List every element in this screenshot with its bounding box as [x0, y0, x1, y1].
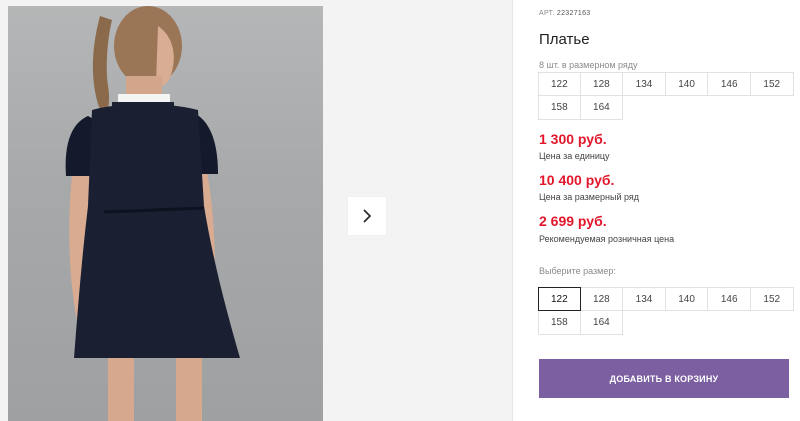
size-option-164[interactable]: 164 — [580, 311, 624, 335]
pack-size-cell: 140 — [665, 72, 709, 96]
size-option-134[interactable]: 134 — [623, 287, 666, 311]
pack-price-label: Цена за размерный ряд — [539, 192, 640, 202]
unit-price: 1 300 руб. — [539, 131, 607, 147]
gallery-next-button[interactable] — [348, 197, 386, 235]
pack-size-cell: 146 — [708, 72, 751, 96]
add-to-cart-button[interactable]: ДОБАВИТЬ В КОРЗИНУ — [539, 359, 789, 398]
product-gallery — [0, 0, 513, 421]
size-option-146[interactable]: 146 — [708, 287, 751, 311]
product-photo — [8, 6, 323, 421]
product-title: Платье — [539, 31, 590, 48]
pack-size-cell: 164 — [580, 96, 624, 120]
article-value: 22327163 — [556, 10, 591, 17]
pack-size-list: 122 128 134 140 146 152 158 164 — [538, 72, 794, 120]
pack-size-cell: 122 — [538, 72, 581, 96]
pack-size-cell: 158 — [538, 96, 581, 120]
retail-price-label: Рекомендуемая розничная цена — [539, 234, 675, 244]
size-option-122[interactable]: 122 — [538, 287, 581, 311]
size-option-140[interactable]: 140 — [665, 287, 709, 311]
pack-size-cell: 134 — [623, 72, 666, 96]
pack-price: 10 400 руб. — [539, 172, 615, 188]
size-option-152[interactable]: 152 — [750, 287, 794, 311]
size-picker: 122 128 134 140 146 152 158 164 — [538, 287, 794, 335]
article-prefix: АРТ. — [539, 10, 555, 17]
size-option-128[interactable]: 128 — [580, 287, 624, 311]
chevron-right-icon — [363, 209, 372, 223]
unit-price-label: Цена за единицу — [539, 151, 610, 161]
retail-price: 2 699 руб. — [539, 213, 607, 229]
pack-size-note: 8 шт. в размерном ряду — [539, 60, 638, 70]
size-option-158[interactable]: 158 — [538, 311, 581, 335]
pack-size-cell: 128 — [580, 72, 624, 96]
pack-size-cell: 152 — [750, 72, 794, 96]
size-picker-label: Выберите размер: — [539, 266, 616, 276]
article-number: АРТ. 22327163 — [539, 10, 590, 17]
girl-dress-illustration — [65, 6, 240, 421]
